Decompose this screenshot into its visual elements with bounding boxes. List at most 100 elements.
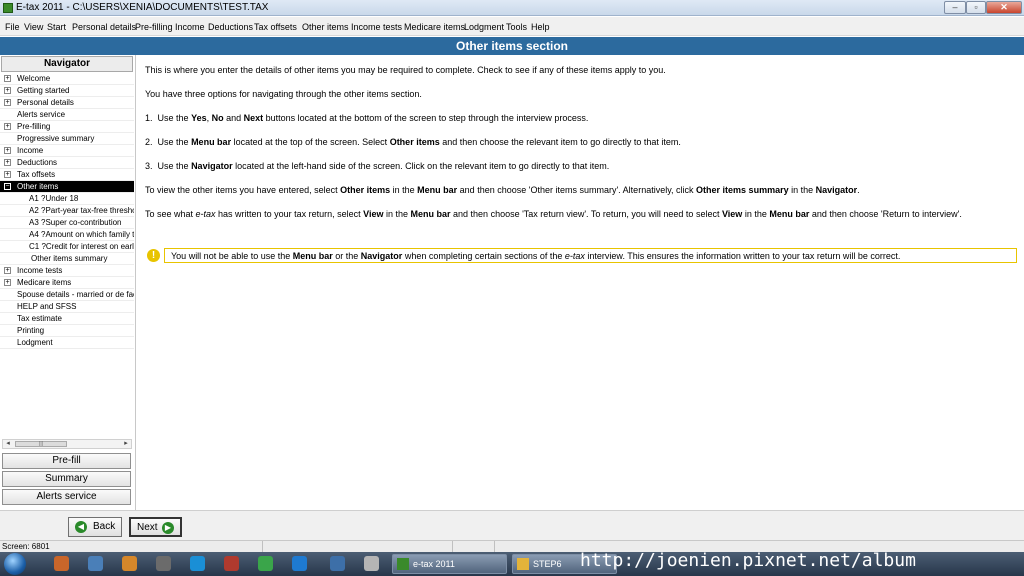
- expand-icon[interactable]: +: [4, 75, 11, 82]
- intro-text: This is where you enter the details of o…: [145, 65, 666, 75]
- next-button[interactable]: Next ▶: [129, 517, 182, 537]
- app-icon[interactable]: [364, 556, 379, 571]
- navigator-item[interactable]: + Income tests: [0, 265, 134, 277]
- navigator-item[interactable]: Alerts service: [0, 109, 134, 121]
- navigator-item[interactable]: Lodgment: [0, 337, 134, 349]
- scroll-right-icon[interactable]: ▸: [121, 440, 131, 448]
- app-icon[interactable]: [330, 556, 345, 571]
- menu-deductions[interactable]: Deductions: [208, 22, 253, 32]
- navigator-item[interactable]: + Income: [0, 145, 134, 157]
- taskbar-task-label: e-tax 2011: [413, 559, 455, 569]
- expand-icon[interactable]: +: [4, 87, 11, 94]
- pre-fill-button[interactable]: Pre-fill: [2, 453, 131, 469]
- navigator-item[interactable]: + Medicare items: [0, 277, 134, 289]
- menu-tax-offsets[interactable]: Tax offsets: [254, 22, 297, 32]
- menu-start[interactable]: Start: [47, 22, 66, 32]
- navigator-item-label: Income tests: [17, 266, 63, 275]
- navigator-item[interactable]: + Personal details: [0, 97, 134, 109]
- navigator-item[interactable]: Printing: [0, 325, 134, 337]
- menu-pre-filling[interactable]: Pre-filling: [135, 22, 173, 32]
- alerts-service-button[interactable]: Alerts service: [2, 489, 131, 505]
- expand-icon[interactable]: +: [4, 99, 11, 106]
- photo-app-icon[interactable]: [88, 556, 103, 571]
- expand-icon[interactable]: +: [4, 279, 11, 286]
- navigator-item[interactable]: − Other items: [0, 181, 134, 193]
- close-button[interactable]: ✕: [986, 1, 1022, 14]
- menu-tools[interactable]: Tools: [506, 22, 527, 32]
- navigator-horizontal-scrollbar[interactable]: ◂ ||| ▸: [2, 439, 132, 449]
- status-divider: [262, 541, 263, 552]
- navigator-item[interactable]: Tax estimate: [0, 313, 134, 325]
- back-button[interactable]: ◀ Back: [68, 517, 122, 537]
- menu-income[interactable]: Income: [175, 22, 205, 32]
- expand-icon[interactable]: +: [4, 159, 11, 166]
- menu-personal-details[interactable]: Personal details: [72, 22, 136, 32]
- menu-view[interactable]: View: [24, 22, 43, 32]
- firefox-icon[interactable]: [54, 556, 69, 571]
- skype-icon[interactable]: [190, 556, 205, 571]
- option-1-text: 1. Use the Yes, No and Next buttons loca…: [145, 113, 589, 123]
- navigator-item[interactable]: HELP and SFSS: [0, 301, 134, 313]
- navigator-item[interactable]: Spouse details - married or de facto: [0, 289, 134, 301]
- file-explorer-icon[interactable]: [156, 556, 171, 571]
- navigator-item-label: HELP and SFSS: [17, 302, 77, 311]
- maximize-button[interactable]: ▫: [966, 1, 986, 14]
- menu-other-items[interactable]: Other items: [302, 22, 349, 32]
- start-button-icon[interactable]: [4, 553, 26, 575]
- navigator-item[interactable]: + Welcome: [0, 73, 134, 85]
- options-intro-text: You have three options for navigating th…: [145, 89, 422, 99]
- watermark-text: http://joenien.pixnet.net/album: [580, 550, 916, 571]
- navigator-item-label: Other items: [17, 182, 59, 191]
- navigator-item-label: Alerts service: [17, 110, 66, 119]
- navigator-item-label: Medicare items: [17, 278, 72, 287]
- navigator-item[interactable]: + Pre-filling: [0, 121, 134, 133]
- navigator-item-label: A1 ?Under 18: [29, 194, 79, 203]
- navigator-item[interactable]: C1 ?Credit for interest on early: [0, 241, 134, 253]
- navigator-item-label: Income: [17, 146, 44, 155]
- navigator-item-label: Deductions: [17, 158, 58, 167]
- back-arrow-icon: ◀: [75, 521, 87, 533]
- navigator-item-label: C1 ?Credit for interest on early: [29, 242, 134, 251]
- navigator-item-label: Printing: [17, 326, 45, 335]
- menu-file[interactable]: File: [5, 22, 20, 32]
- next-button-label: Next: [137, 522, 158, 533]
- navigator-item-label: Personal details: [17, 98, 74, 107]
- folder-icon: [517, 558, 529, 570]
- navigator-item[interactable]: A3 ?Super co-contribution: [0, 217, 134, 229]
- title-bar: E-tax 2011 - C:\USERS\XENIA\DOCUMENTS\TE…: [0, 0, 1024, 16]
- expand-icon[interactable]: +: [4, 171, 11, 178]
- menu-income-tests[interactable]: Income tests: [351, 22, 402, 32]
- navigator-item[interactable]: A1 ?Under 18: [0, 193, 134, 205]
- app-icon[interactable]: [224, 556, 239, 571]
- menu-lodgment[interactable]: Lodgment: [464, 22, 504, 32]
- navigator-item-label: Lodgment: [17, 338, 53, 347]
- navigator-item[interactable]: A4 ?Amount on which family trust: [0, 229, 134, 241]
- navigator-panel: Navigator + Welcome + Getting started + Perso…: [0, 55, 136, 510]
- navigator-item[interactable]: + Deductions: [0, 157, 134, 169]
- navigator-item-label: A4 ?Amount on which family trust: [29, 230, 134, 239]
- media-player-icon[interactable]: [122, 556, 137, 571]
- navigator-item[interactable]: A2 ?Part-year tax-free threshold: [0, 205, 134, 217]
- navigator-item[interactable]: Other items summary: [0, 253, 134, 265]
- navigator-item-label: Progressive summary: [17, 134, 95, 143]
- navigator-item[interactable]: + Getting started: [0, 85, 134, 97]
- collapse-icon[interactable]: −: [4, 183, 11, 190]
- minimize-button[interactable]: –: [944, 1, 966, 14]
- expand-icon[interactable]: +: [4, 267, 11, 274]
- navigator-item-label: Other items summary: [31, 254, 108, 263]
- scroll-thumb[interactable]: |||: [15, 441, 67, 447]
- navigator-item[interactable]: + Tax offsets: [0, 169, 134, 181]
- expand-icon[interactable]: +: [4, 123, 11, 130]
- navigator-item[interactable]: Progressive summary: [0, 133, 134, 145]
- expand-icon[interactable]: +: [4, 147, 11, 154]
- summary-button[interactable]: Summary: [2, 471, 131, 487]
- menu-medicare-items[interactable]: Medicare items: [404, 22, 465, 32]
- scroll-left-icon[interactable]: ◂: [3, 440, 13, 448]
- menu-help[interactable]: Help: [531, 22, 550, 32]
- navigator-title: Navigator: [1, 56, 133, 72]
- internet-explorer-icon[interactable]: [292, 556, 307, 571]
- chrome-icon[interactable]: [258, 556, 273, 571]
- screen-number: Screen: 6801: [2, 542, 50, 551]
- taskbar-etax-task[interactable]: e-tax 2011: [392, 554, 507, 574]
- etax-app-icon: [3, 3, 13, 13]
